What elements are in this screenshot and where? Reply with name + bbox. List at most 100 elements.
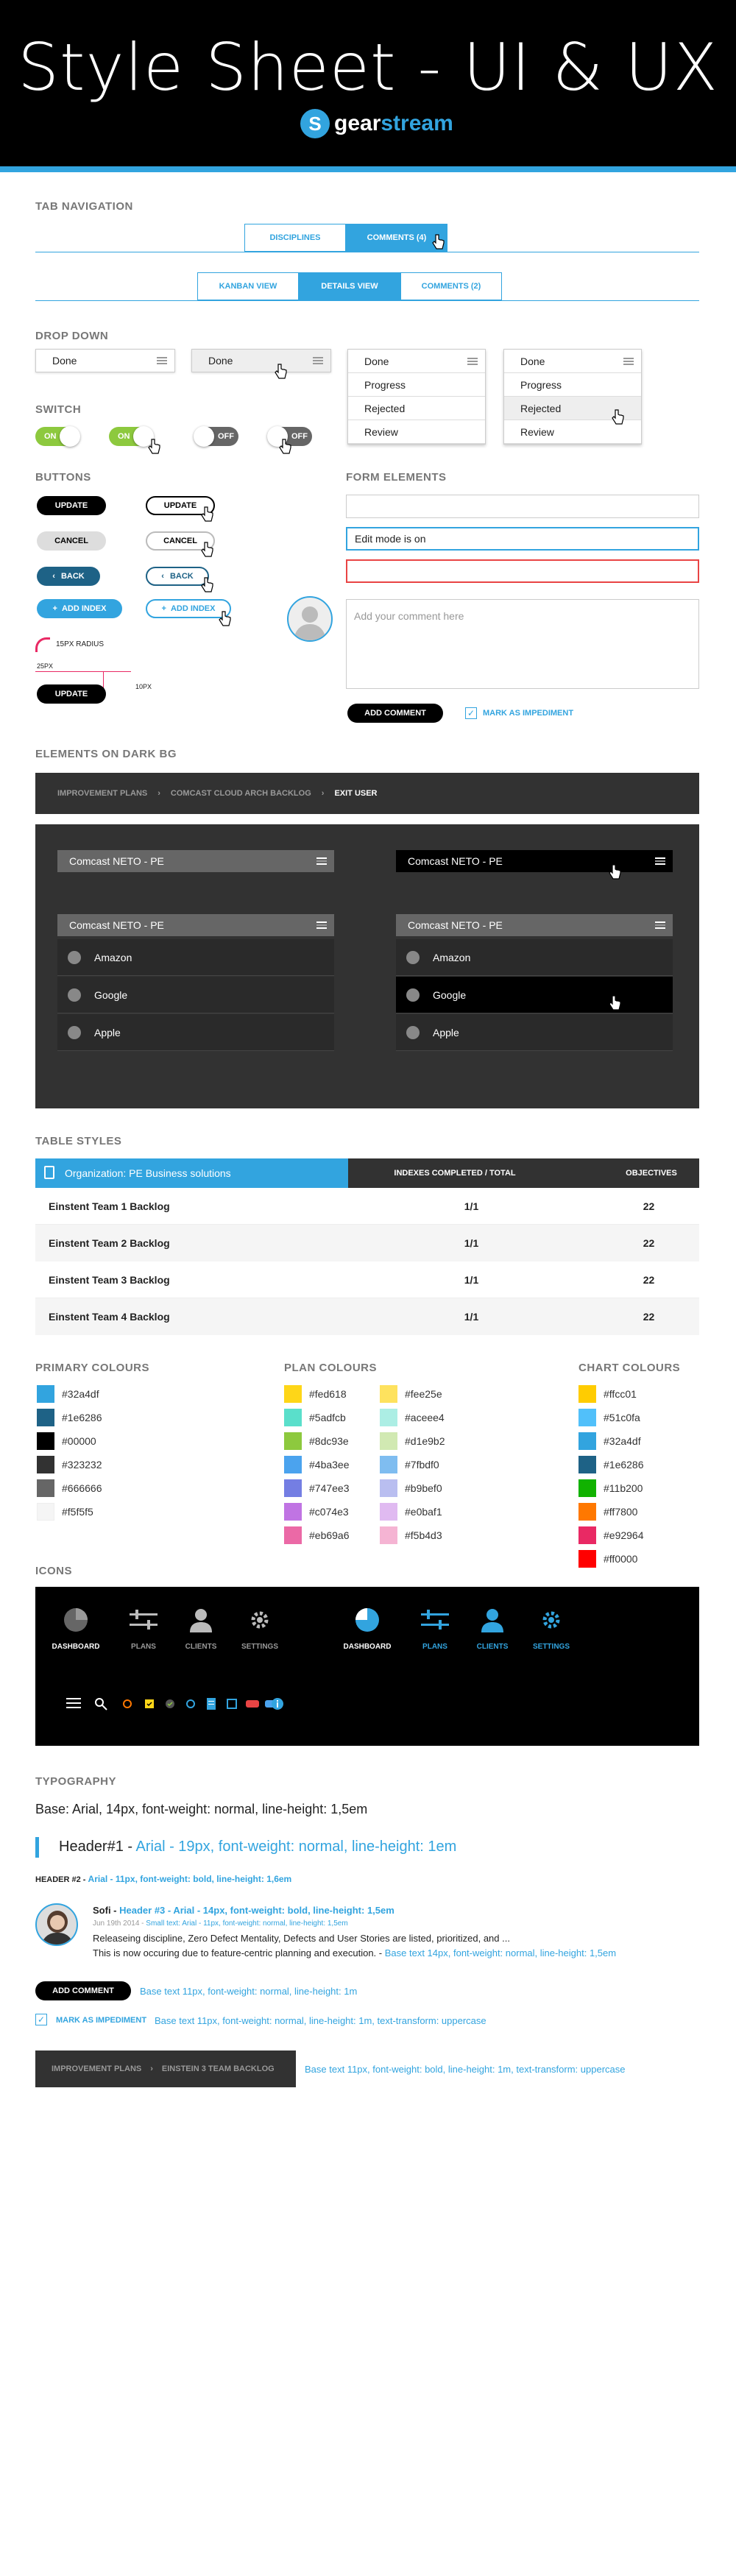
menu-icon xyxy=(623,358,634,365)
padding-label: 10PX xyxy=(135,683,152,690)
colour-label: #666666 xyxy=(62,1482,102,1494)
menu-icon xyxy=(655,921,665,929)
colour-swatch xyxy=(578,1550,596,1568)
add-index-label: ADD INDEX xyxy=(170,604,216,613)
typo-crumb-spec: Base text 11px, font-weight: bold, line-… xyxy=(305,2064,626,2075)
dropdown-open-hover[interactable]: Done Progress Rejected Review xyxy=(503,349,642,445)
colour-swatch xyxy=(380,1385,397,1403)
page-title: Style Sheet - UI & UX xyxy=(18,29,718,105)
breadcrumb-item[interactable]: IMPROVEMENT PLANS xyxy=(57,789,147,798)
plans-icon[interactable] xyxy=(130,1609,158,1631)
dropdown-option[interactable]: Progress xyxy=(348,373,485,397)
menu-icon xyxy=(157,357,167,364)
icon-label: CLIENTS xyxy=(185,1643,217,1651)
section-buttons: BUTTONS xyxy=(35,471,91,484)
colour-swatch xyxy=(380,1479,397,1497)
switch-on-hover[interactable]: ON xyxy=(109,426,154,447)
user-icon xyxy=(406,988,420,1002)
breadcrumb: IMPROVEMENT PLANS › COMCAST CLOUD ARCH B… xyxy=(35,773,699,814)
typo-para2: This is now occuring due to feature-cent… xyxy=(93,1947,617,1958)
tab-disciplines[interactable]: DISCIPLINES xyxy=(244,224,346,252)
comment-textarea[interactable]: Add your comment here xyxy=(346,599,699,689)
dropdown-option[interactable]: Done xyxy=(348,350,485,373)
dark-dropdown-hover[interactable]: Comcast NETO - PE xyxy=(396,850,673,872)
impediment-label: MARK AS IMPEDIMENT xyxy=(483,709,574,718)
dark-list-item[interactable]: Amazon xyxy=(57,939,334,976)
colour-swatch xyxy=(578,1432,596,1450)
hamburger-icon[interactable] xyxy=(66,1697,81,1709)
checkbox-icon[interactable]: ✓ xyxy=(465,707,477,719)
breadcrumb-item[interactable]: COMCAST CLOUD ARCH BACKLOG xyxy=(171,789,311,798)
dark-dropdown-open[interactable]: Comcast NETO - PE xyxy=(57,914,334,936)
table-row[interactable]: Einstent Team 2 Backlog 1/1 22 xyxy=(35,1225,699,1262)
colour-label: #fee25e xyxy=(405,1388,442,1400)
text-input-focus[interactable]: Edit mode is on xyxy=(346,527,699,551)
dark-dropdown[interactable]: Comcast NETO - PE xyxy=(57,850,334,872)
clients-icon[interactable] xyxy=(480,1607,505,1634)
tab-details-view[interactable]: DETAILS VIEW xyxy=(299,272,400,300)
typo-btn-spec: Base text 11px, font-weight: normal, lin… xyxy=(140,1986,358,1997)
icon-label: PLANS xyxy=(131,1643,156,1651)
breadcrumb-sample: IMPROVEMENT PLANS › EINSTEIN 3 TEAM BACK… xyxy=(35,2050,296,2087)
colour-swatch xyxy=(578,1526,596,1544)
colour-swatch xyxy=(284,1503,302,1521)
plans-icon[interactable] xyxy=(421,1609,449,1631)
colour-label: #fed618 xyxy=(309,1388,347,1400)
section-elements-dark: ELEMENTS ON DARK BG xyxy=(35,748,177,760)
dark-list-item[interactable]: Google xyxy=(57,977,334,1013)
table-row[interactable]: Einstent Team 4 Backlog 1/1 22 xyxy=(35,1298,699,1335)
switch-off[interactable]: OFF xyxy=(194,426,238,447)
table-row[interactable]: Einstent Team 3 Backlog 1/1 22 xyxy=(35,1262,699,1298)
text-input-error[interactable] xyxy=(346,559,699,583)
colour-swatch xyxy=(284,1456,302,1473)
cancel-button[interactable]: CANCEL xyxy=(37,531,106,551)
update-button-spec[interactable]: UPDATE xyxy=(37,684,106,704)
typo-para1: Releaseing discipline, Zero Defect Menta… xyxy=(93,1933,510,1944)
switch-on[interactable]: ON xyxy=(35,426,80,447)
settings-icon[interactable] xyxy=(249,1609,271,1631)
colour-label: #aceee4 xyxy=(405,1412,445,1423)
dark-list-item[interactable]: Apple xyxy=(57,1014,334,1051)
checkbox-icon[interactable]: ✓ xyxy=(35,2014,47,2025)
clients-icon[interactable] xyxy=(188,1607,213,1634)
tab-comments-2[interactable]: COMMENTS (2) xyxy=(400,272,502,300)
dropdown-default[interactable]: Done xyxy=(35,349,175,372)
dropdown-open[interactable]: Done Progress Rejected Review xyxy=(347,349,486,445)
section-chart-colours: CHART COLOURS xyxy=(578,1362,681,1374)
tab-kanban-view[interactable]: KANBAN VIEW xyxy=(197,272,299,300)
user-icon xyxy=(68,988,81,1002)
colour-swatch xyxy=(380,1409,397,1426)
add-comment-button[interactable]: ADD COMMENT xyxy=(35,1981,131,2000)
dropdown-value: Done xyxy=(52,355,77,367)
colour-swatch xyxy=(380,1503,397,1521)
dropdown-hover[interactable]: Done xyxy=(191,349,331,372)
add-index-button[interactable]: + ADD INDEX xyxy=(37,599,122,618)
dark-list-item-hover[interactable]: Google xyxy=(396,977,673,1013)
dropdown-option[interactable]: Done xyxy=(504,350,641,373)
dark-list-item[interactable]: Apple xyxy=(396,1014,673,1051)
dark-dropdown-open-hover[interactable]: Comcast NETO - PE xyxy=(396,914,673,936)
dropdown-option[interactable]: Rejected xyxy=(348,397,485,420)
add-index-label: ADD INDEX xyxy=(61,604,107,613)
typo-small: Jun 19th 2014 - Small text: Arial - 11px… xyxy=(93,1919,348,1928)
hand-cursor-icon xyxy=(148,439,160,454)
dropdown-option[interactable]: Progress xyxy=(504,373,641,397)
typo-h2: HEADER #2 - Arial - 11px, font-weight: b… xyxy=(35,1874,292,1884)
dark-list-item[interactable]: Amazon xyxy=(396,939,673,976)
dropdown-option[interactable]: Review xyxy=(348,420,485,444)
search-icon[interactable] xyxy=(94,1697,107,1710)
hand-cursor-icon xyxy=(201,506,213,522)
back-button[interactable]: ‹ BACK xyxy=(37,567,100,586)
section-switch: SWITCH xyxy=(35,403,82,416)
update-button[interactable]: UPDATE xyxy=(37,496,106,515)
dashboard-icon[interactable] xyxy=(355,1607,380,1632)
add-comment-button[interactable]: ADD COMMENT xyxy=(347,704,443,723)
breadcrumb-item[interactable]: EINSTEIN 3 TEAM BACKLOG xyxy=(162,2064,275,2073)
text-input[interactable] xyxy=(346,495,699,518)
breadcrumb-item[interactable]: IMPROVEMENT PLANS xyxy=(52,2064,141,2073)
table-col-header: OBJECTIVES xyxy=(626,1169,677,1178)
settings-icon[interactable] xyxy=(540,1609,562,1631)
check-circle-icon xyxy=(166,1699,174,1708)
dashboard-icon[interactable] xyxy=(63,1607,88,1632)
table-row[interactable]: Einstent Team 1 Backlog 1/1 22 xyxy=(35,1188,699,1225)
